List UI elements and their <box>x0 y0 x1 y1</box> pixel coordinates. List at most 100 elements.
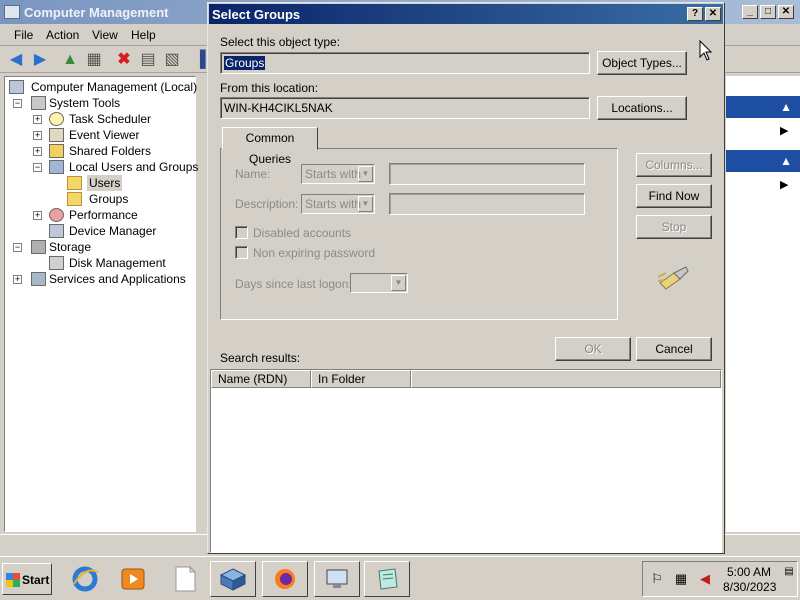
volume-muted-icon[interactable]: ◀ <box>697 571 713 587</box>
taskbar: Start ⚐ ▦ ◀ 5:00 AM 8/30/2023 ▤ <box>0 556 800 600</box>
computer-icon <box>9 80 24 94</box>
expand-icon[interactable]: + <box>33 147 42 156</box>
media-player-icon[interactable] <box>118 564 148 594</box>
actions-header-1[interactable]: ▲ <box>726 96 800 118</box>
taskbar-computer-management[interactable] <box>314 561 360 597</box>
collapse-icon[interactable]: − <box>33 163 42 172</box>
expand-icon[interactable]: + <box>13 275 22 284</box>
dropdown-arrow-icon: ▼ <box>391 275 406 291</box>
dialog-titlebar[interactable]: Select Groups ? ✕ <box>209 4 723 24</box>
delete-icon[interactable]: ✖ <box>114 50 134 70</box>
find-now-button[interactable]: Find Now <box>636 184 712 208</box>
shared-folder-icon <box>49 144 64 158</box>
search-results-list[interactable]: Name (RDN) In Folder <box>210 369 722 553</box>
folder-icon <box>67 192 82 206</box>
column-header-name[interactable]: Name (RDN) <box>211 370 311 388</box>
actions-pane: ▲ ▶ ▲ ▶ <box>726 76 800 532</box>
blank-document-icon[interactable] <box>170 564 200 594</box>
tree-item-label: Groups <box>89 192 129 206</box>
device-manager-icon <box>49 224 64 238</box>
network-icon[interactable]: ▦ <box>673 571 689 587</box>
minimize-button[interactable]: _ <box>742 5 758 19</box>
actions-header-2[interactable]: ▲ <box>726 150 800 172</box>
cm-close-button[interactable]: ✕ <box>778 5 794 19</box>
computer-management-icon <box>4 5 20 19</box>
days-since-logon-label: Days since last logon: <box>235 277 352 291</box>
internet-explorer-icon[interactable] <box>70 564 100 594</box>
location-field[interactable]: WIN-KH4CIKL5NAK <box>220 97 590 119</box>
name-input[interactable] <box>389 163 585 185</box>
name-operator-select[interactable]: Starts with ▼ <box>301 164 375 184</box>
more-actions-arrow-icon[interactable]: ▶ <box>780 178 788 191</box>
tab-common-queries[interactable]: Common Queries <box>222 127 318 166</box>
collapse-icon[interactable]: − <box>13 99 22 108</box>
clock-icon <box>49 112 64 126</box>
tree-item-label: Performance <box>69 208 138 222</box>
forward-arrow-icon[interactable]: ▶ <box>30 50 50 70</box>
windows-flag-icon <box>6 573 20 587</box>
location-label: From this location: <box>220 81 319 95</box>
tree-item-label: Task Scheduler <box>69 112 152 126</box>
system-tray: ⚐ ▦ ◀ 5:00 AM 8/30/2023 ▤ <box>642 561 798 597</box>
expand-icon[interactable]: + <box>33 211 42 220</box>
object-type-value: Groups <box>224 56 266 70</box>
taskbar-notepad[interactable] <box>364 561 410 597</box>
users-icon <box>49 160 64 174</box>
cm-title: Computer Management <box>24 5 169 20</box>
tree-item-label: Shared Folders <box>69 144 152 158</box>
menu-help[interactable]: Help <box>131 28 156 42</box>
description-operator-select[interactable]: Starts with ▼ <box>301 194 375 214</box>
services-icon <box>31 272 46 286</box>
description-operator-value: Starts with <box>305 197 362 211</box>
description-input[interactable] <box>389 193 585 215</box>
start-button[interactable]: Start <box>2 563 52 595</box>
disk-icon <box>49 256 64 270</box>
help-button[interactable]: ? <box>687 7 703 21</box>
column-header-empty <box>411 370 721 388</box>
export-list-icon[interactable]: ▧ <box>162 50 182 70</box>
locations-button[interactable]: Locations... <box>597 96 687 120</box>
non-expiring-password-label: Non expiring password <box>253 246 376 260</box>
dialog-close-button[interactable]: ✕ <box>705 7 721 21</box>
maximize-button[interactable]: □ <box>760 5 776 19</box>
cancel-button[interactable]: Cancel <box>636 337 712 361</box>
show-hide-tree-icon[interactable]: ▦ <box>84 50 104 70</box>
days-since-logon-select[interactable]: ▼ <box>350 273 408 293</box>
expand-icon[interactable]: + <box>33 131 42 140</box>
notepad-icon <box>378 568 398 590</box>
mouse-cursor-icon <box>699 39 713 65</box>
search-flashlight-icon <box>656 265 690 291</box>
menu-file[interactable]: File <box>14 28 33 42</box>
tree-item-label: Event Viewer <box>69 128 140 142</box>
up-folder-icon[interactable]: ▲ <box>60 50 80 70</box>
collapse-icon[interactable]: − <box>13 243 22 252</box>
disabled-accounts-checkbox[interactable] <box>235 226 248 239</box>
ok-button[interactable]: OK <box>555 337 631 361</box>
flag-notification-icon[interactable]: ⚐ <box>649 571 665 587</box>
columns-button[interactable]: Columns... <box>636 153 712 177</box>
folder-icon <box>67 176 82 190</box>
taskbar-firefox[interactable] <box>262 561 308 597</box>
clock-date[interactable]: 8/30/2023 <box>723 580 776 594</box>
clock-time[interactable]: 5:00 AM <box>727 565 771 579</box>
more-actions-arrow-icon[interactable]: ▶ <box>780 124 788 137</box>
taskbar-virtualbox[interactable] <box>210 561 256 597</box>
tree-item-label: Storage <box>49 240 92 254</box>
common-queries-panel: Name: Starts with ▼ Description: Starts … <box>220 148 618 320</box>
column-header-in-folder[interactable]: In Folder <box>311 370 411 388</box>
back-arrow-icon[interactable]: ◀ <box>6 50 26 70</box>
expand-icon[interactable]: + <box>33 115 42 124</box>
menu-view[interactable]: View <box>92 28 118 42</box>
menu-action[interactable]: Action <box>46 28 79 42</box>
keyboard-icon[interactable]: ▤ <box>781 564 797 580</box>
dropdown-arrow-icon: ▼ <box>358 166 373 182</box>
tree-item-label: Local Users and Groups <box>69 160 199 174</box>
properties-icon[interactable]: ▤ <box>138 50 158 70</box>
object-types-button[interactable]: Object Types... <box>597 51 687 75</box>
tools-icon <box>31 96 46 110</box>
stop-button[interactable]: Stop <box>636 215 712 239</box>
non-expiring-password-checkbox[interactable] <box>235 246 248 259</box>
name-operator-value: Starts with <box>305 167 362 181</box>
console-tree: Computer Management (Local) − System Too… <box>4 76 199 532</box>
object-type-field[interactable]: Groups <box>220 52 590 74</box>
